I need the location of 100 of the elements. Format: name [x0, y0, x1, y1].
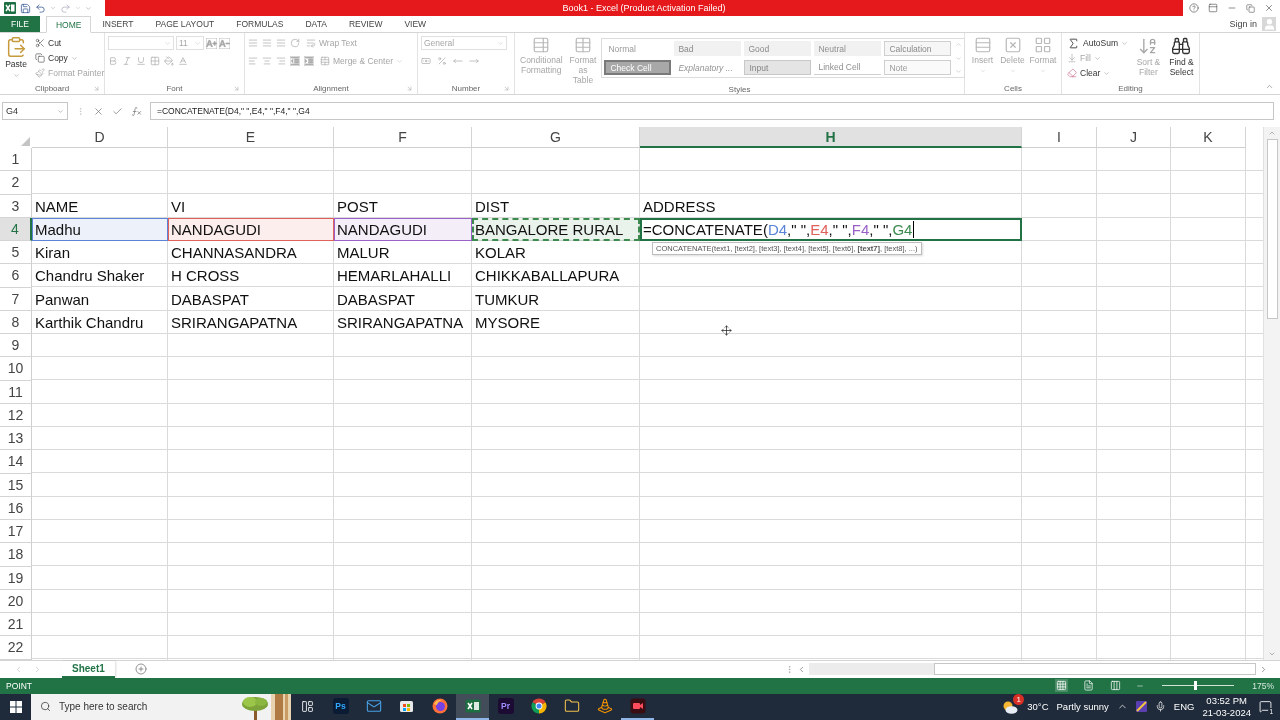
zoom-level[interactable]: 175% [1252, 680, 1274, 691]
right-arrow-icon[interactable] [469, 56, 479, 66]
enter-icon[interactable] [112, 105, 123, 117]
borders-icon[interactable] [150, 56, 160, 66]
ribbon-tab[interactable]: PAGE LAYOUT [144, 16, 226, 32]
zoom-slider-thumb[interactable] [1194, 681, 1198, 690]
column-header[interactable]: F [334, 127, 472, 148]
scroll-left-icon[interactable] [797, 664, 806, 674]
taskbar-button[interactable]: Ps [324, 693, 357, 720]
dialog-launcher-icon[interactable] [406, 85, 413, 92]
cut-button[interactable]: Cut [33, 36, 107, 50]
normal-view-icon[interactable] [1055, 679, 1069, 692]
dialog-launcher-icon[interactable] [503, 85, 510, 92]
avatar-icon[interactable] [1262, 17, 1276, 31]
orientation-icon[interactable] [290, 38, 300, 48]
scroll-up-icon[interactable] [1268, 129, 1276, 137]
underline-icon[interactable] [136, 56, 146, 66]
bold-icon[interactable] [108, 56, 118, 66]
italic-icon[interactable] [122, 56, 132, 66]
language-indicator[interactable]: ENG [1173, 701, 1195, 712]
find-select-button[interactable]: Find & Select [1167, 36, 1196, 78]
percent-icon[interactable] [437, 56, 447, 66]
indent-decrease-icon[interactable] [290, 56, 300, 66]
align-middle-icon[interactable] [262, 38, 272, 48]
add-sheet-icon[interactable] [134, 663, 147, 675]
scroll-up-icon[interactable] [955, 41, 963, 48]
notifications-icon[interactable] [1259, 700, 1272, 713]
clear-button[interactable]: Clear [1065, 66, 1130, 80]
grow-font-icon[interactable] [206, 37, 217, 49]
taskbar-button[interactable]: Pr [489, 693, 522, 720]
align-right-icon[interactable] [276, 56, 286, 66]
font-name-field[interactable] [108, 36, 174, 50]
column-header[interactable]: J [1097, 127, 1171, 148]
previous-sheet-icon[interactable] [14, 664, 23, 674]
collapse-ribbon-icon[interactable] [1265, 82, 1274, 91]
caret-icon[interactable] [75, 5, 81, 11]
align-left-icon[interactable] [248, 56, 258, 66]
paste-button[interactable]: Paste [3, 36, 29, 79]
sign-in-link[interactable]: Sign in [1229, 19, 1257, 29]
page-layout-icon[interactable] [1082, 679, 1096, 692]
restore-icon[interactable] [1245, 3, 1255, 13]
windows-start-icon[interactable] [9, 700, 22, 713]
column-header[interactable]: G [472, 127, 640, 148]
select-all-icon[interactable] [21, 137, 30, 146]
left-arrow-icon[interactable] [453, 56, 463, 66]
font-color-icon[interactable] [178, 56, 188, 66]
sheet-tab[interactable]: Sheet1 [62, 660, 115, 678]
ribbon-tab[interactable]: FORMULAS [225, 16, 295, 32]
column-header[interactable]: H [640, 127, 1022, 148]
page-break-icon[interactable] [1109, 679, 1123, 692]
scroll-right-icon[interactable] [1259, 664, 1268, 674]
file-tab[interactable]: FILE [0, 16, 40, 32]
more-icon[interactable] [955, 68, 963, 75]
scrollbar-thumb[interactable] [934, 663, 1256, 675]
ribbon-tab[interactable]: VIEW [393, 16, 438, 32]
next-sheet-icon[interactable] [33, 664, 42, 674]
close-icon[interactable] [1263, 3, 1274, 13]
banknote-icon[interactable] [421, 56, 431, 66]
ribbon-display-icon[interactable] [1208, 3, 1219, 13]
scrollbar-thumb[interactable] [1266, 139, 1278, 319]
shrink-font-icon[interactable] [219, 37, 230, 49]
fill-color-icon[interactable] [164, 56, 174, 66]
task-view-icon[interactable] [301, 700, 314, 713]
align-bottom-icon[interactable] [276, 38, 286, 48]
horizontal-scrollbar[interactable] [809, 663, 1256, 675]
ribbon-tab[interactable]: HOME [45, 16, 92, 33]
redo-icon[interactable] [60, 2, 71, 14]
taskbar-button[interactable] [456, 693, 489, 720]
ribbon-tab[interactable]: REVIEW [337, 16, 394, 32]
tray-app-icon[interactable] [1135, 701, 1147, 712]
column-header[interactable]: E [168, 127, 334, 148]
cell-edit-field[interactable]: =CONCATENATE(D4," ",E4," ",F4," ",G4 [640, 217, 1022, 241]
autosum-button[interactable]: AutoSum [1065, 36, 1130, 50]
insert-function-icon[interactable] [131, 105, 142, 117]
search-field[interactable]: Type here to search [57, 700, 229, 713]
vertical-scrollbar[interactable] [1263, 127, 1280, 660]
copy-button[interactable]: Copy [33, 51, 107, 65]
microphone-icon[interactable] [1154, 701, 1166, 712]
cancel-icon[interactable] [93, 105, 104, 117]
column-header[interactable]: K [1171, 127, 1246, 148]
dialog-launcher-icon[interactable] [233, 85, 240, 92]
save-icon[interactable] [20, 2, 31, 14]
align-top-icon[interactable] [248, 38, 258, 48]
scroll-down-icon[interactable] [955, 54, 963, 62]
caret-icon[interactable] [50, 5, 56, 11]
cell-style-option[interactable]: Linked Cell [814, 60, 882, 75]
name-box[interactable]: G4 [2, 102, 68, 120]
formula-field[interactable]: =CONCATENATE(D4," ",E4," ",F4," ",G4 [150, 102, 1274, 120]
dialog-launcher-icon[interactable] [93, 85, 100, 92]
indent-increase-icon[interactable] [304, 56, 314, 66]
row-header[interactable]: 4 [0, 217, 32, 241]
align-center-icon[interactable] [262, 56, 272, 66]
column-header[interactable]: D [32, 127, 168, 148]
splitter-icon[interactable] [785, 664, 794, 674]
search-bar[interactable]: Type here to search [31, 693, 291, 720]
ribbon-tab[interactable]: INSERT [91, 16, 145, 32]
ribbon-tab[interactable]: DATA [294, 16, 338, 32]
help-icon[interactable] [1189, 3, 1200, 13]
column-header[interactable]: I [1022, 127, 1097, 148]
undo-icon[interactable] [35, 2, 46, 14]
